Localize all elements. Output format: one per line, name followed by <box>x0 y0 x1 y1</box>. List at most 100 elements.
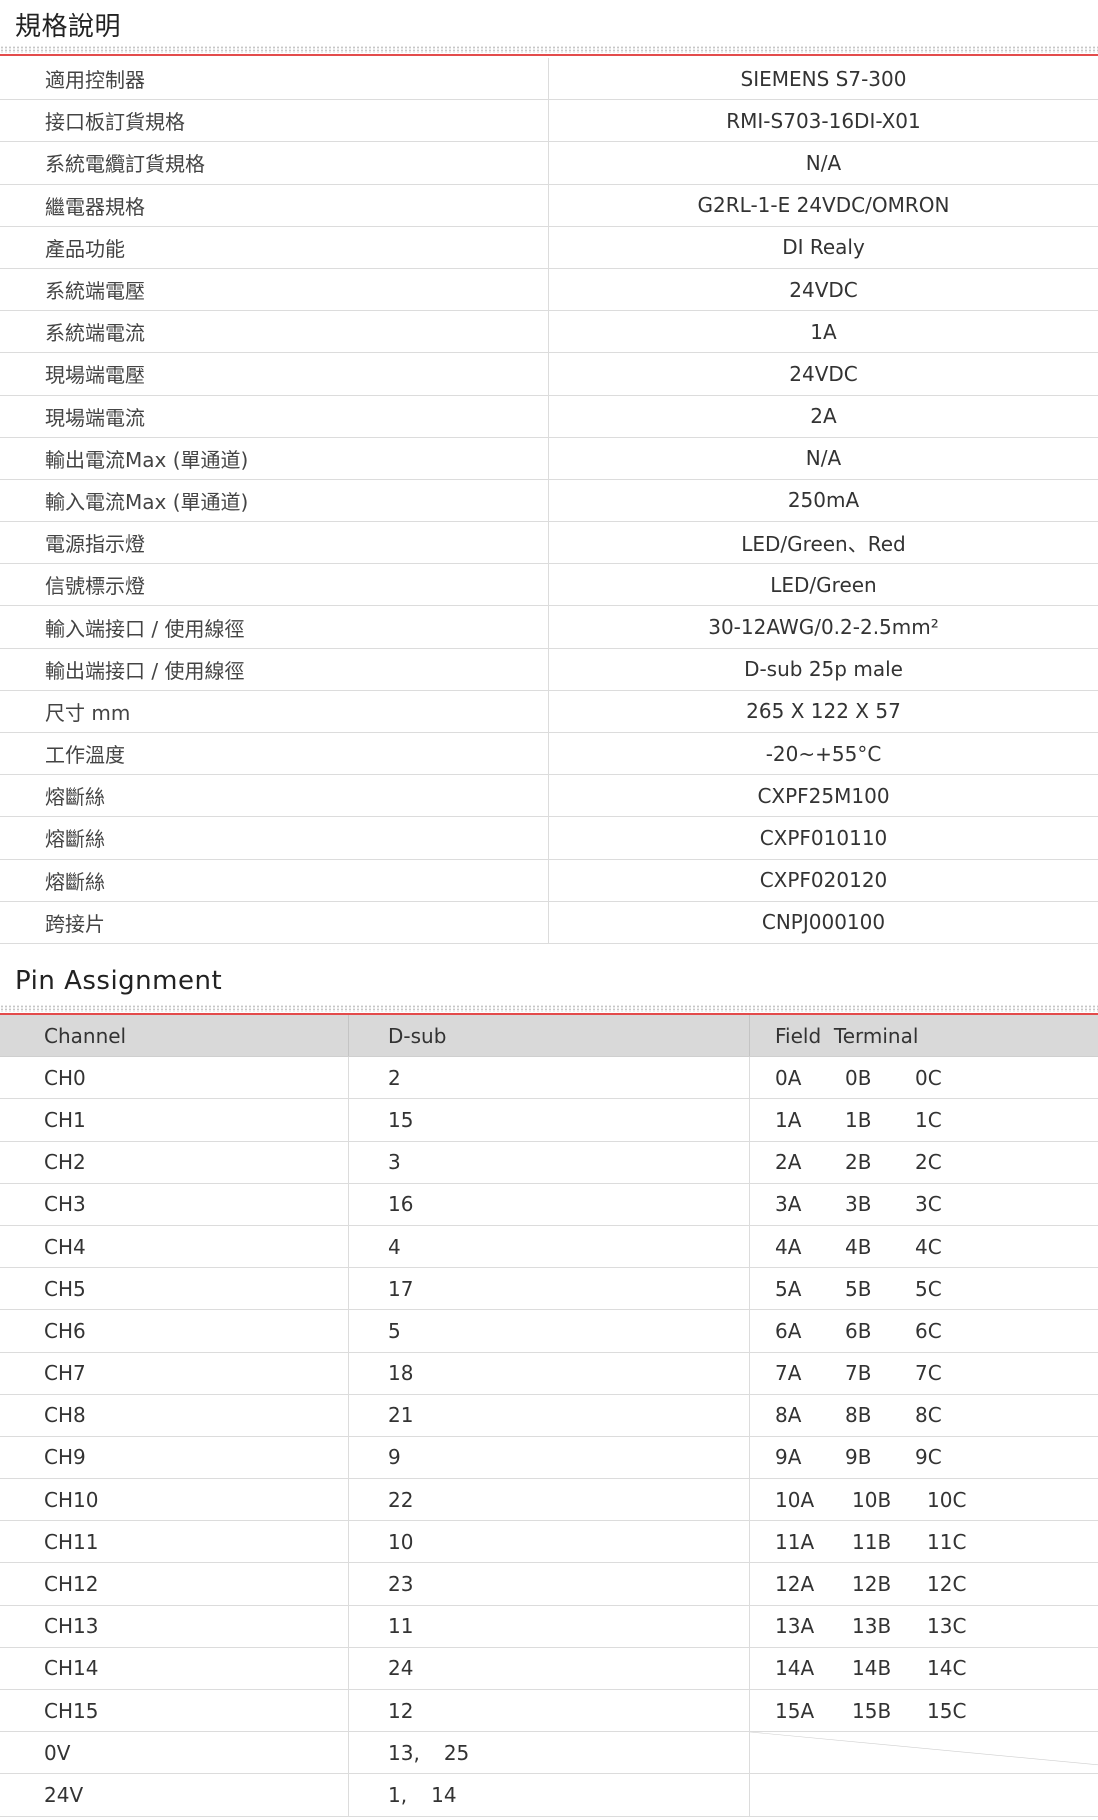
spec-value: 2A <box>810 404 837 429</box>
header-dsub: D-sub <box>349 1015 750 1057</box>
dsub-pin: 16 <box>388 1192 414 1217</box>
pin-channel: 0V <box>0 1732 349 1774</box>
field-terminal: 8C <box>915 1403 942 1428</box>
pin-field-terminals: 6A 6B 6C <box>750 1310 1098 1351</box>
spec-value: SIEMENS S7-300 <box>740 66 907 91</box>
spec-row: 現場端電壓 24VDC <box>0 353 1098 396</box>
spec-row: 尺寸 mm 265 X 122 X 57 <box>0 690 1098 733</box>
field-terminal: 1A <box>775 1107 802 1132</box>
field-terminal: 15B <box>852 1698 892 1723</box>
field-terminal: 11C <box>927 1529 967 1554</box>
field-terminal: 7C <box>915 1361 942 1386</box>
field-terminal: 10B <box>852 1487 892 1512</box>
dsub-pin: 5 <box>388 1318 401 1343</box>
dsub-pin: 24 <box>388 1656 414 1681</box>
spec-label: 適用控制器 <box>0 58 549 100</box>
spec-label: 系統電纜訂貨規格 <box>0 142 549 184</box>
spec-label: 電源指示燈 <box>0 522 549 564</box>
pin-field-terminals: 8A 8B 8C <box>750 1395 1098 1436</box>
dsub-pin: 15 <box>388 1107 414 1132</box>
field-terminal: 11A <box>775 1529 815 1554</box>
spec-section-title: 規格說明 <box>15 12 122 42</box>
dsub-pin: 18 <box>388 1361 414 1386</box>
pin-row: CH8 21 8A 8B 8C <box>0 1394 1098 1437</box>
spec-label: 產品功能 <box>0 226 549 268</box>
field-terminal: 14B <box>852 1656 892 1681</box>
pin-row: CH0 2 0A 0B 0C <box>0 1057 1098 1100</box>
dsub-pin: 1, <box>388 1782 408 1807</box>
field-terminal: 7A <box>775 1361 802 1386</box>
field-terminal: 14C <box>927 1656 967 1681</box>
dsub-pin: 2 <box>388 1065 401 1090</box>
spec-row: 輸入端接口 / 使用線徑 30-12AWG/0.2-2.5mm² <box>0 606 1098 649</box>
pin-dsub: 24 <box>349 1647 750 1689</box>
pin-dsub: 1, 14 <box>349 1774 750 1816</box>
spec-value: D-sub 25p male <box>744 657 903 682</box>
pin-field-terminals: 1A 1B 1C <box>750 1099 1098 1140</box>
spec-value: LED/Green <box>770 572 877 597</box>
spec-label: 熔斷絲 <box>0 775 549 817</box>
spec-row: 熔斷絲 CXPF020120 <box>0 859 1098 902</box>
field-terminal: 7B <box>845 1361 872 1386</box>
spec-value: CXPF010110 <box>759 825 888 850</box>
pin-title-divider <box>0 1005 1098 1015</box>
field-terminal: 6B <box>845 1318 872 1343</box>
pin-dsub: 15 <box>349 1099 750 1141</box>
pin-field-terminals: 3A 3B 3C <box>750 1184 1098 1225</box>
spec-row: 跨接片 CNPJ000100 <box>0 901 1098 944</box>
pin-channel: CH6 <box>0 1310 349 1352</box>
spec-row: 信號標示燈 LED/Green <box>0 564 1098 607</box>
field-terminal: 13C <box>927 1614 967 1639</box>
field-terminal: 5C <box>915 1276 942 1301</box>
field-terminal: 12C <box>927 1572 967 1597</box>
pin-row: CH10 22 10A 10B 10C <box>0 1479 1098 1522</box>
pin-dsub: 23 <box>349 1563 750 1605</box>
spec-value: 265 X 122 X 57 <box>746 699 901 724</box>
field-terminal: 12B <box>852 1572 892 1597</box>
field-terminal: 13A <box>775 1614 815 1639</box>
spec-label: 跨接片 <box>0 901 549 943</box>
pin-dsub: 11 <box>349 1605 750 1647</box>
spec-value: G2RL-1-E 24VDC/OMRON <box>697 193 950 218</box>
spec-row: 熔斷絲 CXPF25M100 <box>0 775 1098 818</box>
pin-dsub: 5 <box>349 1310 750 1352</box>
pin-row: CH6 5 6A 6B 6C <box>0 1310 1098 1353</box>
pin-channel: 24V <box>0 1774 349 1816</box>
spec-label: 現場端電壓 <box>0 353 549 395</box>
pin-field-terminals: 12A 12B 12C <box>750 1563 1098 1604</box>
field-terminal: 0C <box>915 1065 942 1090</box>
dsub-pin: 23 <box>388 1572 414 1597</box>
field-terminal: 2B <box>845 1150 872 1175</box>
field-terminal: 1C <box>915 1107 942 1132</box>
spec-value: RMI-S703-16DI-X01 <box>726 108 921 133</box>
pin-row: CH13 11 13A 13B 13C <box>0 1605 1098 1648</box>
spec-value: CXPF25M100 <box>757 783 890 808</box>
dsub-pin: 4 <box>388 1234 401 1259</box>
field-terminal: 0B <box>845 1065 872 1090</box>
spec-label: 現場端電流 <box>0 395 549 437</box>
pin-field-terminals: 15A 15B 15C <box>750 1690 1098 1731</box>
pin-row: 24V 1, 14 <box>0 1774 1098 1817</box>
field-terminal: 6C <box>915 1318 942 1343</box>
dsub-pin: 22 <box>388 1487 414 1512</box>
pin-channel: CH13 <box>0 1605 349 1647</box>
field-terminal: 9C <box>915 1445 942 1470</box>
header-field-terminal: Field Terminal <box>775 1023 919 1048</box>
pin-table: Channel D-sub Field Terminal CH0 2 0A 0B 0C C… <box>0 1015 1098 1817</box>
pin-table-header: Channel D-sub Field Terminal <box>0 1015 1098 1058</box>
spec-value: N/A <box>805 446 842 471</box>
pin-channel: CH1 <box>0 1099 349 1141</box>
pin-channel: CH11 <box>0 1521 349 1563</box>
field-terminal: 4A <box>775 1234 802 1259</box>
pin-field-terminals: 7A 7B 7C <box>750 1353 1098 1394</box>
pin-dsub: 10 <box>349 1521 750 1563</box>
pin-dsub: 22 <box>349 1479 750 1521</box>
pin-dsub: 2 <box>349 1057 750 1099</box>
field-terminal: 2A <box>775 1150 802 1175</box>
spec-row: 現場端電流 2A <box>0 395 1098 438</box>
pin-channel: CH5 <box>0 1268 349 1310</box>
pin-dsub: 21 <box>349 1394 750 1436</box>
pin-field-terminals: 2A 2B 2C <box>750 1142 1098 1183</box>
pin-field-terminals: 13A 13B 13C <box>750 1606 1098 1647</box>
spec-label: 系統端電壓 <box>0 268 549 311</box>
